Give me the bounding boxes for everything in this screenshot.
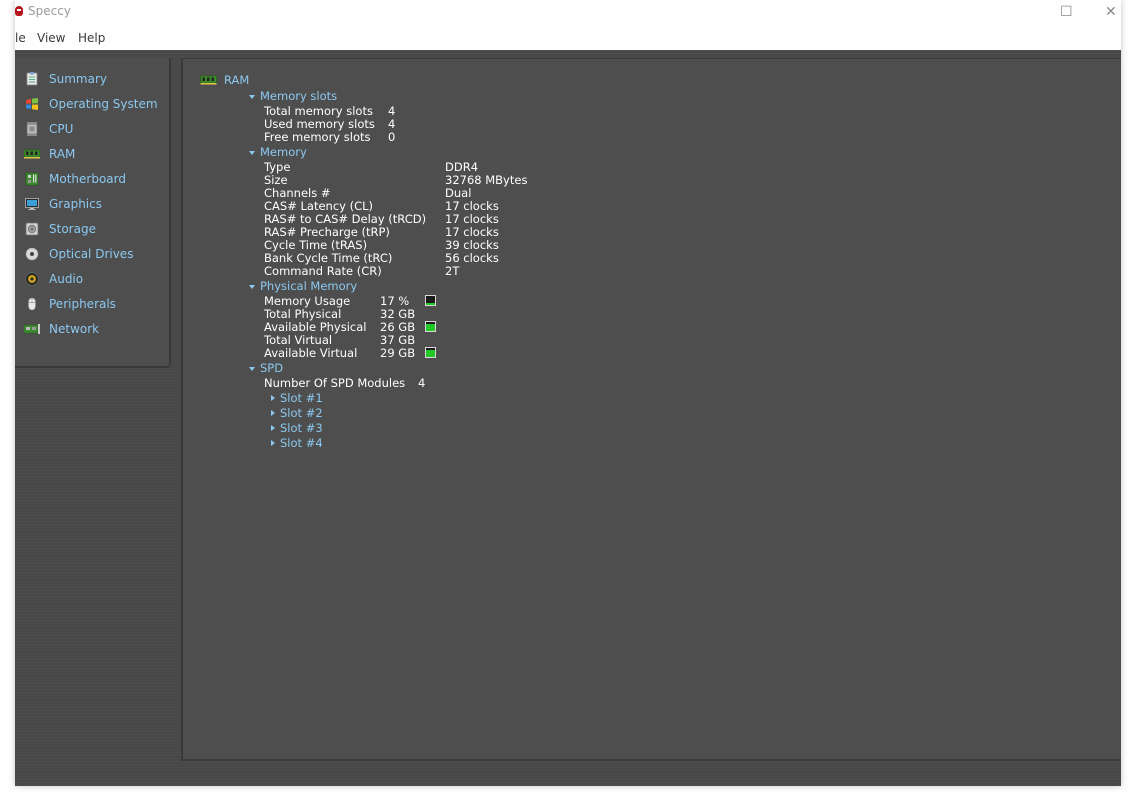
section-title-ram: RAM — [224, 73, 250, 87]
memory-slots-heading[interactable]: Memory slots — [260, 90, 337, 103]
sidebar-item-label: Network — [49, 322, 100, 336]
motherboard-icon — [25, 172, 39, 186]
sidebar-item-label: Operating System — [49, 97, 158, 111]
field-value: 2T — [445, 264, 460, 278]
spd-slot-1[interactable]: Slot #1 — [280, 392, 323, 405]
field-label: Available Virtual — [264, 346, 358, 360]
sidebar-item-label: Storage — [49, 222, 96, 236]
sidebar-item-optical-drives[interactable]: Optical Drives — [15, 243, 169, 267]
client-area: Summary Operating System CPU RAM Motherb… — [15, 50, 1121, 786]
expand-arrow-icon[interactable] — [271, 425, 275, 431]
field-value: 4 — [418, 376, 426, 390]
menu-help[interactable]: Help — [78, 31, 105, 45]
sidebar-item-label: Graphics — [49, 197, 102, 211]
bar-fill — [426, 323, 435, 331]
sidebar: Summary Operating System CPU RAM Motherb… — [15, 58, 171, 368]
sidebar-item-graphics[interactable]: Graphics — [15, 193, 169, 217]
sidebar-item-label: Summary — [49, 72, 107, 86]
menu-file[interactable]: le — [15, 31, 26, 45]
sidebar-item-label: Peripherals — [49, 297, 116, 311]
network-icon — [24, 324, 40, 334]
expand-arrow-icon[interactable] — [271, 395, 275, 401]
expand-arrow-icon[interactable] — [271, 410, 275, 416]
field-label: Command Rate (CR) — [264, 264, 382, 278]
close-icon[interactable]: ✕ — [1105, 2, 1117, 22]
speaker-icon — [25, 272, 39, 286]
spd-slot-3[interactable]: Slot #3 — [280, 422, 323, 435]
sidebar-item-label: Motherboard — [49, 172, 126, 186]
sidebar-item-storage[interactable]: Storage — [15, 218, 169, 242]
field-value: 29 GB — [380, 346, 416, 360]
ram-icon — [24, 149, 40, 159]
field-value: 0 — [388, 130, 396, 144]
memory-usage-bar — [425, 295, 436, 306]
maximize-icon[interactable]: ☐ — [1060, 2, 1073, 22]
speccy-app-icon — [15, 6, 23, 16]
sidebar-item-summary[interactable]: Summary — [15, 68, 169, 92]
sidebar-item-motherboard[interactable]: Motherboard — [15, 168, 169, 192]
windows-icon — [26, 98, 38, 110]
spd-heading[interactable]: SPD — [260, 362, 283, 375]
monitor-icon — [25, 198, 39, 210]
optical-disc-icon — [25, 247, 39, 261]
bar-fill — [426, 349, 435, 357]
physical-memory-heading[interactable]: Physical Memory — [260, 280, 357, 293]
menu-bar: le View Help — [15, 26, 1121, 51]
title-bar[interactable]: Speccy ☐ ✕ — [15, 0, 1121, 26]
sidebar-item-operating-system[interactable]: Operating System — [15, 93, 169, 117]
collapse-arrow-icon[interactable] — [249, 285, 255, 289]
sidebar-item-audio[interactable]: Audio — [15, 268, 169, 292]
available-physical-bar — [425, 321, 436, 332]
sidebar-item-label: Audio — [49, 272, 84, 286]
expand-arrow-icon[interactable] — [271, 440, 275, 446]
field-label: Number Of SPD Modules — [264, 376, 406, 390]
summary-icon — [26, 72, 38, 86]
sidebar-item-network[interactable]: Network — [15, 318, 169, 342]
available-virtual-bar — [425, 347, 436, 358]
details-panel: RAM Memory slots Total memory slots 4 Us… — [181, 58, 1121, 761]
collapse-arrow-icon[interactable] — [249, 95, 255, 99]
cpu-icon — [26, 122, 38, 136]
mouse-icon — [28, 297, 36, 311]
bar-fill — [426, 303, 435, 305]
sidebar-item-peripherals[interactable]: Peripherals — [15, 293, 169, 317]
ram-icon — [200, 75, 217, 85]
spd-slot-4[interactable]: Slot #4 — [280, 437, 323, 450]
sidebar-item-label: CPU — [49, 122, 74, 136]
speccy-window: Speccy ☐ ✕ le View Help Summary Operatin… — [15, 0, 1121, 786]
window-title: Speccy — [28, 4, 71, 18]
collapse-arrow-icon[interactable] — [249, 151, 255, 155]
field-label: Free memory slots — [264, 130, 371, 144]
spd-slot-2[interactable]: Slot #2 — [280, 407, 323, 420]
memory-heading[interactable]: Memory — [260, 146, 307, 159]
collapse-arrow-icon[interactable] — [249, 367, 255, 371]
menu-view[interactable]: View — [37, 31, 65, 45]
sidebar-item-label: RAM — [49, 147, 76, 161]
sidebar-item-label: Optical Drives — [49, 247, 134, 261]
sidebar-item-cpu[interactable]: CPU — [15, 118, 169, 142]
hard-drive-icon — [25, 222, 39, 236]
sidebar-item-ram[interactable]: RAM — [15, 143, 169, 167]
